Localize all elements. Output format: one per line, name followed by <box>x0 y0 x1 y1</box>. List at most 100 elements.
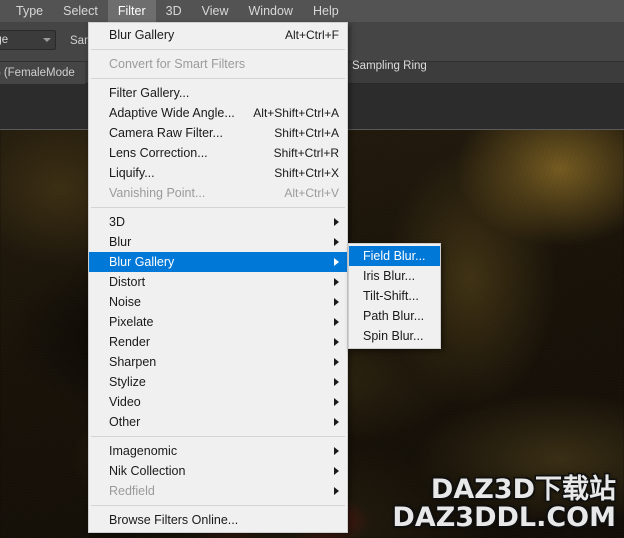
filter-menu-item-blur-gallery[interactable]: Blur Gallery Alt+Ctrl+F <box>89 25 347 45</box>
menu-item-label: Nik Collection <box>109 464 186 478</box>
chevron-right-icon <box>334 358 339 366</box>
menu-item-shortcut: Shift+Ctrl+R <box>273 146 339 160</box>
filter-menu-item-browse-filters-online[interactable]: Browse Filters Online... <box>89 510 347 530</box>
menu-item-label: Sharpen <box>109 355 157 369</box>
menu-separator <box>91 49 345 50</box>
menubar-item-3d[interactable]: 3D <box>156 0 192 22</box>
submenu-item-label: Path Blur... <box>363 309 425 323</box>
menubar-item-window[interactable]: Window <box>239 0 303 22</box>
chevron-right-icon <box>334 278 339 286</box>
menu-bar: Type Select Filter 3D View Window Help <box>0 0 624 22</box>
filter-menu-item-render[interactable]: Render <box>89 332 347 352</box>
menubar-item-label: Help <box>312 4 339 18</box>
photoshop-window: DAZ3D下载站 DAZ3DDL.COM 0% (FemaleMode age … <box>0 0 624 538</box>
menu-item-shortcut: Alt+Ctrl+V <box>284 186 339 200</box>
menu-item-label: Blur Gallery <box>109 255 175 269</box>
filter-menu-item-stylize[interactable]: Stylize <box>89 372 347 392</box>
menu-item-label: Stylize <box>109 375 146 389</box>
menubar-item-help[interactable]: Help <box>303 0 349 22</box>
menubar-item-label: Select <box>63 4 98 18</box>
menu-item-label: Filter Gallery... <box>109 86 190 100</box>
filter-menu-item-nik-collection[interactable]: Nik Collection <box>89 461 347 481</box>
menu-separator <box>91 78 345 79</box>
filter-menu-panel: Blur Gallery Alt+Ctrl+F Convert for Smart … <box>88 22 348 533</box>
menu-item-label: 3D <box>109 215 125 229</box>
menu-item-label: Blur Gallery <box>109 28 175 42</box>
submenu-item-label: Spin Blur... <box>363 329 424 343</box>
menubar-item-label: Type <box>16 4 44 18</box>
tool-mode-select[interactable]: age <box>0 30 56 50</box>
filter-menu-item-sharpen[interactable]: Sharpen <box>89 352 347 372</box>
filter-menu-item-adaptive-wide-angle[interactable]: Adaptive Wide Angle... Alt+Shift+Ctrl+A <box>89 103 347 123</box>
menubar-item-label: Window <box>248 4 293 18</box>
submenu-item-label: Tilt-Shift... <box>363 289 419 303</box>
menubar-item-type[interactable]: Type <box>6 0 53 22</box>
menu-item-label: Video <box>109 395 141 409</box>
filter-menu-item-imagenomic[interactable]: Imagenomic <box>89 441 347 461</box>
menu-item-label: Redfield <box>109 484 155 498</box>
chevron-right-icon <box>334 318 339 326</box>
menu-item-label: Render <box>109 335 150 349</box>
menubar-item-label: View <box>201 4 229 18</box>
filter-menu-item-distort[interactable]: Distort <box>89 272 347 292</box>
chevron-right-icon <box>334 398 339 406</box>
chevron-right-icon <box>334 298 339 306</box>
tool-mode-select-value: age <box>0 34 9 46</box>
menu-item-label: Vanishing Point... <box>109 186 206 200</box>
blur-submenu-item-tilt-shift[interactable]: Tilt-Shift... <box>349 286 440 306</box>
menu-item-label: Browse Filters Online... <box>109 513 239 527</box>
menu-separator <box>91 505 345 506</box>
blur-submenu-item-spin-blur[interactable]: Spin Blur... <box>349 326 440 346</box>
filter-menu-item-redfield: Redfield <box>89 481 347 501</box>
filter-menu-item-blur-gallery[interactable]: Blur Gallery <box>89 252 347 272</box>
menu-separator <box>91 207 345 208</box>
chevron-right-icon <box>334 338 339 346</box>
menubar-item-select[interactable]: Select <box>53 0 108 22</box>
chevron-right-icon <box>334 238 339 246</box>
chevron-right-icon <box>334 467 339 475</box>
menu-item-shortcut: Shift+Ctrl+A <box>274 126 339 140</box>
menu-item-label: Convert for Smart Filters <box>109 57 246 71</box>
menu-item-label: Blur <box>109 235 132 249</box>
filter-menu-item-filter-gallery[interactable]: Filter Gallery... <box>89 83 347 103</box>
filter-menu-item-3d[interactable]: 3D <box>89 212 347 232</box>
menu-item-label: Distort <box>109 275 146 289</box>
menu-item-shortcut: Shift+Ctrl+X <box>274 166 339 180</box>
menu-item-label: Imagenomic <box>109 444 178 458</box>
menu-item-label: Lens Correction... <box>109 146 208 160</box>
filter-menu-item-blur[interactable]: Blur <box>89 232 347 252</box>
submenu-item-label: Field Blur... <box>363 249 426 263</box>
blur-submenu-item-iris-blur[interactable]: Iris Blur... <box>349 266 440 286</box>
filter-menu-item-other[interactable]: Other <box>89 412 347 432</box>
menu-item-label: Other <box>109 415 141 429</box>
menubar-item-label: Filter <box>117 4 146 18</box>
menubar-item-view[interactable]: View <box>192 0 239 22</box>
blur-gallery-submenu-panel: Field Blur... Iris Blur... Tilt-Shift... Pa… <box>348 243 441 349</box>
blur-submenu-item-field-blur[interactable]: Field Blur... <box>349 246 440 266</box>
menu-item-label: Camera Raw Filter... <box>109 126 223 140</box>
chevron-right-icon <box>334 418 339 426</box>
filter-menu-item-convert-for-smart-filters: Convert for Smart Filters <box>89 54 347 74</box>
chevron-right-icon <box>334 378 339 386</box>
filter-menu-item-camera-raw-filter[interactable]: Camera Raw Filter... Shift+Ctrl+A <box>89 123 347 143</box>
submenu-item-label: Iris Blur... <box>363 269 416 283</box>
menu-item-shortcut: Alt+Ctrl+F <box>284 28 339 42</box>
menubar-item-label: 3D <box>165 4 182 18</box>
chevron-right-icon <box>334 447 339 455</box>
document-tab[interactable]: 0% (FemaleMode <box>0 62 85 84</box>
filter-menu-item-lens-correction[interactable]: Lens Correction... Shift+Ctrl+R <box>89 143 347 163</box>
menu-item-shortcut: Alt+Shift+Ctrl+A <box>253 106 339 120</box>
filter-menu-item-pixelate[interactable]: Pixelate <box>89 312 347 332</box>
filter-menu-item-noise[interactable]: Noise <box>89 292 347 312</box>
blur-submenu-item-path-blur[interactable]: Path Blur... <box>349 306 440 326</box>
chevron-down-icon <box>43 38 51 42</box>
menu-item-label: Pixelate <box>109 315 154 329</box>
chevron-right-icon <box>334 218 339 226</box>
sampling-ring-label: Sampling Ring <box>352 60 427 72</box>
menubar-item-filter[interactable]: Filter <box>107 0 156 22</box>
filter-menu-item-liquify[interactable]: Liquify... Shift+Ctrl+X <box>89 163 347 183</box>
filter-menu-item-vanishing-point: Vanishing Point... Alt+Ctrl+V <box>89 183 347 203</box>
filter-menu-item-video[interactable]: Video <box>89 392 347 412</box>
menu-item-label: Noise <box>109 295 141 309</box>
chevron-right-icon <box>334 487 339 495</box>
